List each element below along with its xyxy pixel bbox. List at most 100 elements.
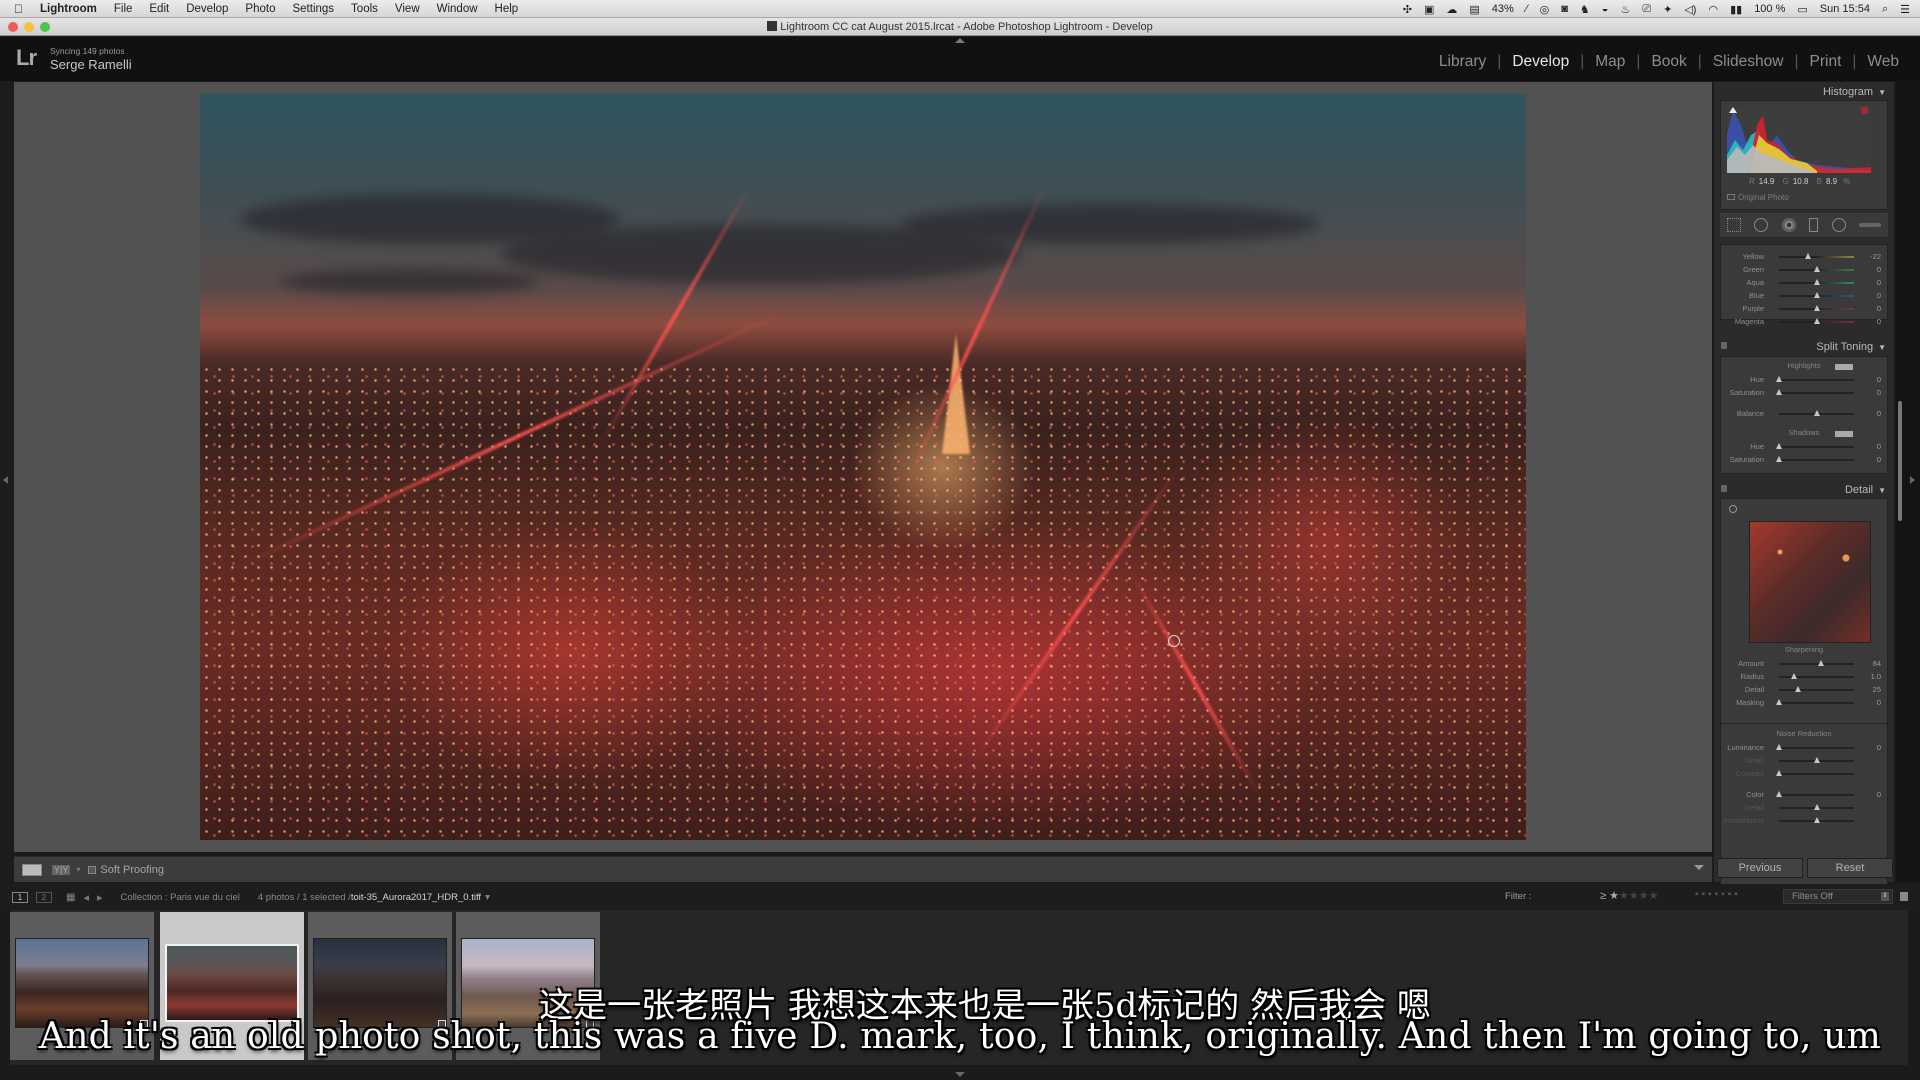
slider-track[interactable] xyxy=(1779,689,1854,691)
original-photo-toggle[interactable]: Original Photo xyxy=(1727,193,1789,202)
pen-icon[interactable]: ⁄ xyxy=(1526,3,1528,15)
main-photo[interactable] xyxy=(200,94,1526,840)
menu-window[interactable]: Window xyxy=(437,3,478,15)
menu-develop[interactable]: Develop xyxy=(186,3,228,15)
slider-thumb[interactable] xyxy=(1818,660,1824,666)
cloud-icon[interactable]: ☁ xyxy=(1446,3,1457,16)
bluetooth-icon[interactable]: ✦ xyxy=(1663,3,1672,16)
slider-track[interactable] xyxy=(1779,459,1854,461)
grid-view-icon[interactable]: ▦ xyxy=(66,892,75,903)
soft-proofing-checkbox[interactable] xyxy=(88,865,97,874)
menu-file[interactable]: File xyxy=(114,3,133,15)
slider-thumb[interactable] xyxy=(1776,443,1782,449)
battery-device-icon[interactable]: ▤ xyxy=(1469,3,1479,16)
slider-value[interactable]: 0 xyxy=(1877,743,1881,752)
menu-photo[interactable]: Photo xyxy=(245,3,275,15)
slider-thumb[interactable] xyxy=(1776,744,1782,750)
flag-color-filters[interactable]: ▪▪▪▪▪▪▪ xyxy=(1695,889,1741,900)
slider-track[interactable] xyxy=(1779,663,1854,665)
slider-thumb[interactable] xyxy=(1813,318,1820,324)
slider-value[interactable]: 0 xyxy=(1877,442,1881,451)
creative-cloud-icon[interactable]: ◎ xyxy=(1540,3,1550,16)
graduated-filter-icon[interactable] xyxy=(1809,218,1819,232)
rating-operator[interactable]: ≥ xyxy=(1600,890,1606,902)
crop-overlay-icon[interactable] xyxy=(1726,218,1741,232)
menu-edit[interactable]: Edit xyxy=(149,3,169,15)
red-eye-icon[interactable] xyxy=(1781,218,1796,232)
collapse-top-panel-icon[interactable] xyxy=(955,38,965,43)
filter-lock-icon[interactable] xyxy=(1900,892,1908,901)
slider-track[interactable] xyxy=(1779,256,1854,258)
slider-track[interactable] xyxy=(1779,379,1854,381)
slider-track[interactable] xyxy=(1779,446,1854,448)
forward-arrow-icon[interactable]: ▸ xyxy=(97,891,103,904)
menu-app[interactable]: Lightroom xyxy=(40,3,97,15)
slider-thumb[interactable] xyxy=(1804,253,1811,259)
menu-settings[interactable]: Settings xyxy=(292,3,334,15)
module-map[interactable]: Map xyxy=(1584,53,1636,71)
shadow-clipping-icon[interactable] xyxy=(1729,107,1737,113)
current-filename[interactable]: toit-35_Aurora2017_HDR_0.tiff xyxy=(351,892,481,903)
slider-track[interactable] xyxy=(1779,747,1854,749)
slider-value[interactable]: 25 xyxy=(1873,685,1881,694)
slider-value[interactable]: 0 xyxy=(1877,317,1881,326)
slider-value[interactable]: 0 xyxy=(1877,388,1881,397)
filename-dropdown-icon[interactable]: ▾ xyxy=(485,892,490,903)
expand-left-panel-icon[interactable] xyxy=(3,476,8,484)
slider-value[interactable]: -22 xyxy=(1870,252,1881,261)
slider-thumb[interactable] xyxy=(1813,817,1820,823)
sync-status[interactable]: Syncing 149 photos xyxy=(50,46,132,56)
apple-menu-icon[interactable]:  xyxy=(14,2,30,16)
slider-value[interactable]: 0 xyxy=(1877,790,1881,799)
module-web[interactable]: Web xyxy=(1856,53,1910,71)
module-print[interactable]: Print xyxy=(1799,53,1853,71)
slider-thumb[interactable] xyxy=(1813,757,1820,763)
slider-value[interactable]: 0 xyxy=(1877,291,1881,300)
slider-thumb[interactable] xyxy=(1794,686,1801,692)
detail-target-icon[interactable] xyxy=(1729,505,1737,513)
slider-value[interactable]: 84 xyxy=(1873,659,1881,668)
slider-value[interactable]: 0 xyxy=(1877,278,1881,287)
before-after-dropdown-icon[interactable]: ▾ xyxy=(76,865,80,874)
collapse-right-panel-icon[interactable] xyxy=(1910,476,1915,484)
before-after-button[interactable]: Y|Y xyxy=(52,864,71,875)
slider-track[interactable] xyxy=(1779,773,1854,775)
slider-thumb[interactable] xyxy=(1813,410,1820,416)
slider-thumb[interactable] xyxy=(1776,699,1782,705)
module-book[interactable]: Book xyxy=(1640,53,1697,71)
reset-button[interactable]: Reset xyxy=(1807,858,1893,878)
drive-icon[interactable]: ◒ xyxy=(1602,3,1609,15)
split-toning-toggle[interactable] xyxy=(1721,342,1727,349)
histogram-header[interactable]: Histogram ▼ xyxy=(1823,86,1886,98)
star-icon[interactable]: ★★★★ xyxy=(1619,890,1658,902)
screen-record-icon[interactable]: ▣ xyxy=(1424,3,1434,16)
slider-thumb[interactable] xyxy=(1776,456,1782,462)
dropbox-icon[interactable]: ✣ xyxy=(1403,3,1412,16)
slider-value[interactable]: 0 xyxy=(1877,304,1881,313)
slider-thumb[interactable] xyxy=(1813,305,1820,311)
secondary-display-button[interactable]: 2 xyxy=(36,891,52,903)
slider-thumb[interactable] xyxy=(1791,673,1797,679)
slider-value[interactable]: 0 xyxy=(1877,455,1881,464)
slider-thumb[interactable] xyxy=(1776,770,1782,776)
slider-value[interactable]: 0 xyxy=(1877,265,1881,274)
slider-thumb[interactable] xyxy=(1813,266,1820,272)
highlights-color-swatch[interactable] xyxy=(1835,364,1853,370)
slider-thumb[interactable] xyxy=(1776,376,1782,382)
rating-filter[interactable]: ≥ ★★★★★ xyxy=(1600,889,1658,902)
detail-preview[interactable] xyxy=(1749,521,1871,643)
flame-icon[interactable]: ♨ xyxy=(1620,3,1630,16)
slider-track[interactable] xyxy=(1779,392,1854,394)
loupe-view-button[interactable] xyxy=(22,863,42,876)
menu-help[interactable]: Help xyxy=(495,3,519,15)
wifi-icon[interactable]: ◠ xyxy=(1708,3,1718,16)
airplay-icon[interactable]: ⎚ xyxy=(1642,3,1651,16)
slider-thumb[interactable] xyxy=(1776,791,1782,797)
collapse-filmstrip-icon[interactable] xyxy=(955,1072,965,1077)
slider-thumb[interactable] xyxy=(1813,292,1820,298)
adjustment-brush-icon[interactable] xyxy=(1859,223,1882,227)
back-arrow-icon[interactable]: ◂ xyxy=(83,891,89,904)
clock[interactable]: Sun 15:54 xyxy=(1820,3,1870,15)
notification-center-icon[interactable]: ☰ xyxy=(1900,3,1910,16)
module-develop[interactable]: Develop xyxy=(1501,53,1580,71)
